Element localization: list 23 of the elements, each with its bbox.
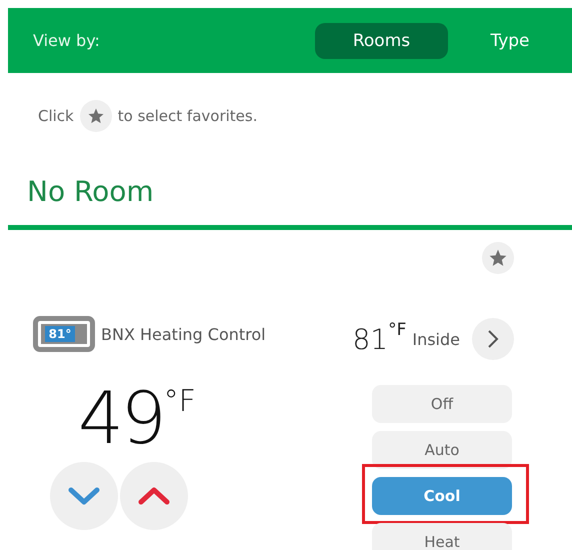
mode-button[interactable]: Heat (372, 523, 512, 550)
view-by-tab[interactable]: Rooms (315, 22, 448, 58)
view-by-label: View by: (33, 31, 100, 50)
device-name: BNX Heating Control (101, 324, 266, 344)
hint-text: to select favorites. (118, 107, 258, 125)
setpoint-value: 49 (78, 382, 164, 454)
view-by-tab[interactable]: Type (448, 22, 572, 58)
inside-temperature: 81 (352, 322, 388, 356)
chevron-right-icon (486, 328, 500, 350)
chevron-down-icon (67, 486, 101, 506)
room-title: No Room (26, 174, 155, 210)
mode-button[interactable]: Off (372, 385, 512, 423)
thermostat-reading: 81° (44, 326, 76, 342)
chevron-up-icon (137, 486, 171, 506)
star-icon (488, 248, 508, 268)
mode-button[interactable]: Cool (372, 477, 512, 515)
mode-button[interactable]: Auto (372, 431, 512, 469)
details-button[interactable] (472, 318, 514, 360)
inside-label: Inside (412, 330, 460, 348)
setpoint-unit: °F (164, 383, 196, 421)
inside-unit: °F (388, 320, 406, 340)
hint-text: Click (38, 107, 74, 125)
favorite-button[interactable] (482, 242, 514, 274)
